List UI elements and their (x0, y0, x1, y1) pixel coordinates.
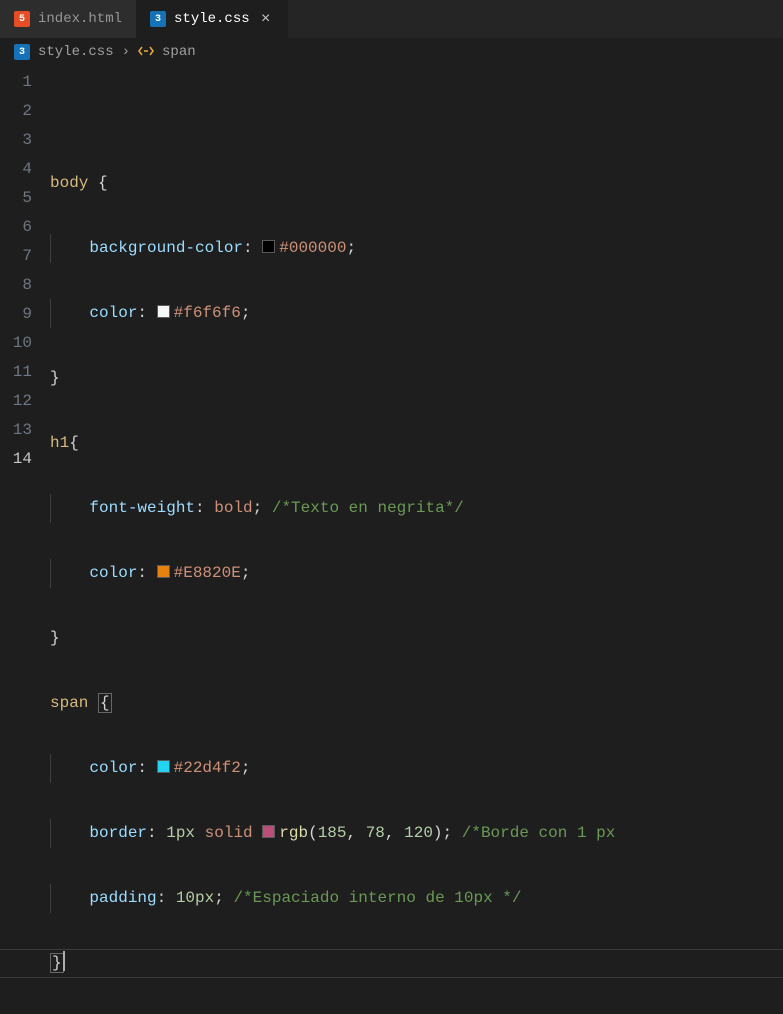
html5-icon: 5 (14, 11, 30, 27)
code-editor[interactable]: 1 2 3 4 5 6 7 8 9 10 11 12 13 14 body { … (0, 66, 783, 1014)
code-line[interactable]: } (50, 624, 783, 653)
code-line[interactable]: color: #E8820E; (50, 559, 783, 588)
symbol-rule-icon (138, 44, 154, 60)
color-swatch[interactable] (157, 565, 170, 578)
chevron-right-icon: › (122, 44, 130, 60)
code-line[interactable]: color: #f6f6f6; (50, 299, 783, 328)
color-swatch[interactable] (262, 240, 275, 253)
code-line[interactable]: color: #22d4f2; (50, 754, 783, 783)
code-line[interactable]: h1{ (50, 429, 783, 458)
code-line[interactable]: padding: 10px; /*Espaciado interno de 10… (50, 884, 783, 913)
breadcrumb-symbol: span (162, 44, 196, 60)
css3-icon: 3 (150, 11, 166, 27)
code-line[interactable]: span { (50, 689, 783, 718)
line-number-gutter: 1 2 3 4 5 6 7 8 9 10 11 12 13 14 (0, 68, 50, 1014)
tab-style-css[interactable]: 3 style.css × (136, 0, 288, 38)
tab-index-html[interactable]: 5 index.html (0, 0, 136, 38)
text-cursor (63, 951, 65, 971)
code-line[interactable]: border: 1px solid rgb(185, 78, 120); /*B… (50, 819, 783, 848)
breadcrumb-file: style.css (38, 44, 114, 60)
code-line[interactable]: } (50, 949, 783, 978)
tab-label: style.css (174, 11, 250, 27)
tab-bar: 5 index.html 3 style.css × (0, 0, 783, 38)
close-icon[interactable]: × (258, 10, 274, 28)
code-line[interactable]: background-color: #000000; (50, 234, 783, 263)
code-line[interactable] (50, 104, 783, 133)
breadcrumb[interactable]: 3 style.css › span (0, 38, 783, 66)
color-swatch[interactable] (157, 760, 170, 773)
code-line[interactable]: body { (50, 169, 783, 198)
color-swatch[interactable] (157, 305, 170, 318)
code-line[interactable]: } (50, 364, 783, 393)
color-swatch[interactable] (262, 825, 275, 838)
code-line[interactable]: font-weight: bold; /*Texto en negrita*/ (50, 494, 783, 523)
css3-icon: 3 (14, 44, 30, 60)
code-area[interactable]: body { background-color: #000000; color:… (50, 68, 783, 1014)
tab-label: index.html (38, 11, 122, 27)
